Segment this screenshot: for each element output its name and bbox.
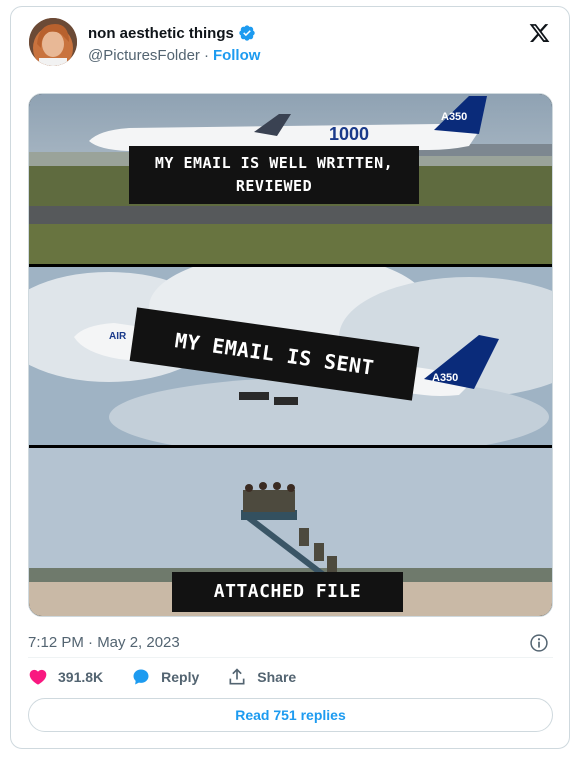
divider xyxy=(28,657,553,658)
handle-separator: · xyxy=(203,47,209,64)
fuselage-text: AIR xyxy=(109,331,127,342)
tweet-timestamp[interactable]: 7:12 PM · May 2, 2023 xyxy=(28,634,180,651)
info-icon[interactable] xyxy=(529,633,549,653)
read-replies-button[interactable]: Read 751 replies xyxy=(28,698,553,732)
meme-caption-1: MY EMAIL IS WELL WRITTEN, REVIEWED xyxy=(129,146,419,204)
tweet-media[interactable]: A350 1000 MY EMAIL IS WELL WRITTEN, REVI… xyxy=(28,93,553,617)
meme-panel-3: ATTACHED FILE xyxy=(29,448,552,616)
like-count: 391.8K xyxy=(58,669,104,685)
meme-panel-1: A350 1000 MY EMAIL IS WELL WRITTEN, REVI… xyxy=(29,94,552,264)
reply-label: Reply xyxy=(161,669,200,685)
share-icon xyxy=(229,668,245,685)
fuselage-text: 1000 xyxy=(329,124,369,144)
tail-text: A350 xyxy=(432,372,458,384)
verified-badge-icon xyxy=(239,25,255,41)
meme-caption-3: ATTACHED FILE xyxy=(172,572,403,612)
reply-button[interactable]: Reply xyxy=(131,667,199,687)
like-button[interactable]: 391.8K xyxy=(28,667,103,687)
tweet-actions: 391.8K Reply Share xyxy=(28,667,324,687)
follow-button[interactable]: Follow xyxy=(213,47,261,64)
tail-text: A350 xyxy=(441,111,467,123)
author-display-name[interactable]: non aesthetic things xyxy=(88,25,234,42)
avatar[interactable] xyxy=(29,18,77,66)
tweet-card: non aesthetic things @PicturesFolder · F… xyxy=(10,6,570,749)
meme-panel-2: A350 AIR MY EMAIL IS SENT xyxy=(29,267,552,445)
share-button[interactable]: Share xyxy=(227,667,296,687)
x-logo-icon[interactable] xyxy=(528,22,551,44)
avatar-image xyxy=(29,18,77,66)
author-handle[interactable]: @PicturesFolder xyxy=(88,47,200,64)
heart-icon xyxy=(29,669,47,685)
share-label: Share xyxy=(257,669,297,685)
reply-bubble-icon xyxy=(133,669,149,685)
